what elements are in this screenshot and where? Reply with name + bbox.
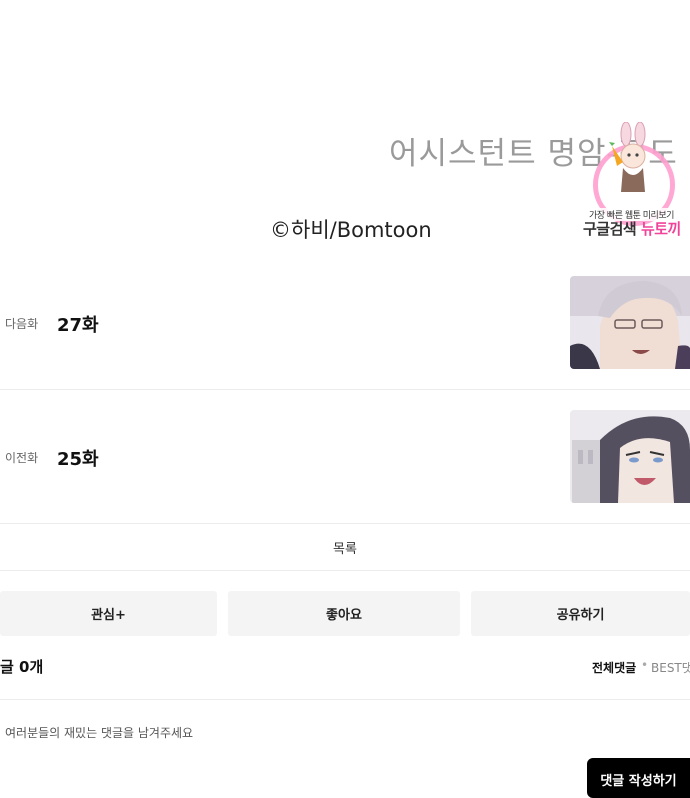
- prev-episode-link[interactable]: 이전화 25화: [0, 390, 690, 524]
- watermark-search-prefix: 구글검색: [583, 220, 641, 238]
- prev-episode-thumbnail: [570, 410, 690, 503]
- comment-divider: [0, 699, 690, 700]
- bunny-mascot-icon: [609, 122, 646, 192]
- comment-input[interactable]: [0, 718, 575, 748]
- copyright-text: ©하비/Bomtoon: [270, 218, 432, 242]
- sort-all-comments-tab[interactable]: 전체댓글: [592, 659, 636, 676]
- prev-episode-title: 25화: [57, 449, 99, 470]
- interest-button[interactable]: 관심+: [0, 591, 217, 636]
- watermark-search: 구글검색 뉴토끼: [583, 218, 681, 239]
- like-button[interactable]: 좋아요: [228, 591, 460, 636]
- share-button[interactable]: 공유하기: [471, 591, 690, 636]
- write-comment-button[interactable]: 댓글 작성하기: [587, 758, 690, 798]
- next-episode-title: 27화: [57, 315, 99, 336]
- comment-count: 글 0개: [0, 658, 44, 676]
- next-episode-label: 다음화: [5, 317, 39, 331]
- prev-episode-label: 이전화: [5, 451, 39, 465]
- next-episode-thumbnail: [570, 276, 690, 369]
- site-watermark: 가장 빠른 웹툰 미리보기 구글검색 뉴토끼: [583, 122, 690, 240]
- watermark-site-name: 뉴토끼: [640, 220, 681, 238]
- sort-best-comments-tab[interactable]: BEST댓: [651, 659, 690, 676]
- episode-list-button[interactable]: 목록: [0, 524, 690, 571]
- next-episode-link[interactable]: 다음화 27화: [0, 256, 690, 390]
- sort-separator: •: [641, 658, 649, 672]
